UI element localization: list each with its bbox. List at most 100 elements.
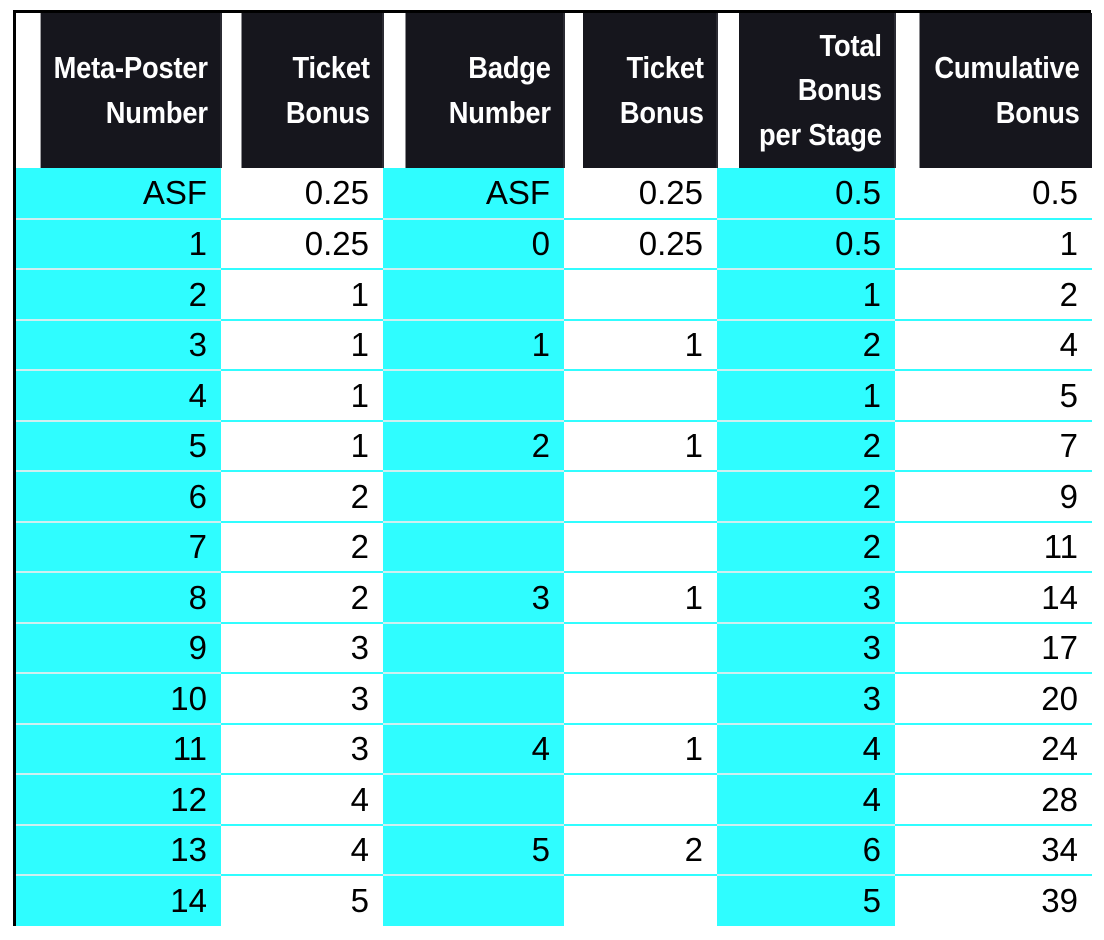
table-cell: 10 [16, 672, 221, 724]
table-cell: 2 [564, 823, 717, 875]
table-cell: 2 [221, 571, 383, 623]
table-cell: 11 [16, 722, 221, 774]
table-cell: 34 [895, 823, 1092, 875]
table-cell: 2 [717, 520, 895, 572]
table-cell: ASF [16, 168, 221, 219]
table-cell: 4 [16, 369, 221, 421]
table-cell: 0.5 [895, 168, 1092, 219]
column-header-meta-poster-number: Meta-Poster Number [40, 13, 222, 168]
table-cell: 4 [717, 722, 895, 774]
table-cell: 0.25 [221, 168, 383, 219]
table-cell: 1 [564, 722, 717, 774]
table-cell: 1 [16, 217, 221, 269]
table-row: 4115 [16, 369, 1092, 421]
table-cell: 4 [221, 823, 383, 875]
table-cell: 1 [564, 571, 717, 623]
table-cell [564, 773, 717, 825]
table-cell: 2 [717, 419, 895, 471]
table-cell: 1 [895, 217, 1092, 269]
table-cell: 7 [895, 419, 1092, 471]
table-cell: 0 [383, 217, 564, 269]
table-cell: 14 [895, 571, 1092, 623]
table-cell: 4 [895, 318, 1092, 370]
table-cell: 4 [383, 722, 564, 774]
table-cell: 1 [564, 318, 717, 370]
table-cell: 20 [895, 672, 1092, 724]
table-cell: 3 [16, 318, 221, 370]
table-cell: 11 [895, 520, 1092, 572]
table-cell: 0.5 [717, 168, 895, 219]
table-cell: 0.25 [221, 217, 383, 269]
table-cell: 2 [717, 470, 895, 522]
table-cell: 5 [16, 419, 221, 471]
table-cell [383, 470, 564, 522]
table-cell: 0.25 [564, 168, 717, 219]
table-cell [383, 672, 564, 724]
table-body: ASF 0.25 ASF 0.25 0.5 0.5 1 0.25 0 0.25 0.5 1 2 1 1 2 3 1… [16, 168, 1092, 926]
column-header-badge-number: Badge Number [404, 13, 565, 168]
table-cell: 3 [221, 621, 383, 673]
table-row: 8 2 3 1 3 14 [16, 571, 1092, 623]
table-row: 13 4 5 2 6 34 [16, 823, 1092, 875]
table-cell: 3 [717, 672, 895, 724]
table-cell: 3 [221, 722, 383, 774]
table-cell: ASF [383, 168, 564, 219]
table-row: 11 3 4 1 4 24 [16, 722, 1092, 774]
table-cell: 1 [221, 268, 383, 320]
table-cell [383, 874, 564, 926]
table-cell [383, 369, 564, 421]
table-cell [564, 268, 717, 320]
table-header: Meta-Poster Number Ticket Bonus Badge Nu… [16, 13, 1092, 168]
table-row: 512127 [16, 419, 1092, 471]
table-cell: 5 [221, 874, 383, 926]
table-cell: 3 [717, 621, 895, 673]
column-header-cumulative-bonus: Cumulative Bonus [918, 13, 1092, 168]
table-cell: 2 [16, 268, 221, 320]
table-cell: 0.5 [717, 217, 895, 269]
table-cell: 3 [717, 571, 895, 623]
table-cell: 3 [383, 571, 564, 623]
table-cell: 2 [221, 520, 383, 572]
table-cell: 4 [221, 773, 383, 825]
table-cell: 6 [717, 823, 895, 875]
table-cell: 28 [895, 773, 1092, 825]
table-row: 6229 [16, 470, 1092, 522]
table-row: 10 3 3 20 [16, 672, 1092, 724]
table-cell: 2 [717, 318, 895, 370]
table-cell: 1 [564, 419, 717, 471]
table-cell: 24 [895, 722, 1092, 774]
table-cell: 7 [16, 520, 221, 572]
header-row: Meta-Poster Number Ticket Bonus Badge Nu… [16, 13, 1092, 168]
table-cell: 1 [221, 369, 383, 421]
table-cell: 1 [383, 318, 564, 370]
table-row: 9 3 3 17 [16, 621, 1092, 673]
table-row: 1 0.25 0 0.25 0.5 1 [16, 217, 1092, 269]
table-cell: 2 [383, 419, 564, 471]
table-cell: 5 [383, 823, 564, 875]
table-cell [383, 520, 564, 572]
table-cell: 1 [221, 419, 383, 471]
table-row: 2112 [16, 268, 1092, 320]
table-cell: 1 [717, 268, 895, 320]
table-cell: 13 [16, 823, 221, 875]
table-cell: 39 [895, 874, 1092, 926]
table-cell: 12 [16, 773, 221, 825]
table-cell [564, 874, 717, 926]
column-header-ticket-bonus-poster: Ticket Bonus [240, 13, 384, 168]
meta-poster-bonus-table: Meta-Poster Number Ticket Bonus Badge Nu… [16, 13, 1092, 926]
table-cell: 1 [717, 369, 895, 421]
table-cell [564, 470, 717, 522]
table-cell: 4 [717, 773, 895, 825]
table-row: 311124 [16, 318, 1092, 370]
table-cell: 9 [16, 621, 221, 673]
table-row: 12 4 4 28 [16, 773, 1092, 825]
table-cell [383, 621, 564, 673]
table-cell: 5 [895, 369, 1092, 421]
bonus-table-container: Meta-Poster Number Ticket Bonus Badge Nu… [13, 10, 1092, 926]
table-cell: 5 [717, 874, 895, 926]
table-cell [564, 621, 717, 673]
table-cell: 0.25 [564, 217, 717, 269]
table-cell: 1 [221, 318, 383, 370]
column-header-total-bonus-per-stage: Total Bonus per Stage [738, 13, 896, 168]
table-cell: 2 [221, 470, 383, 522]
